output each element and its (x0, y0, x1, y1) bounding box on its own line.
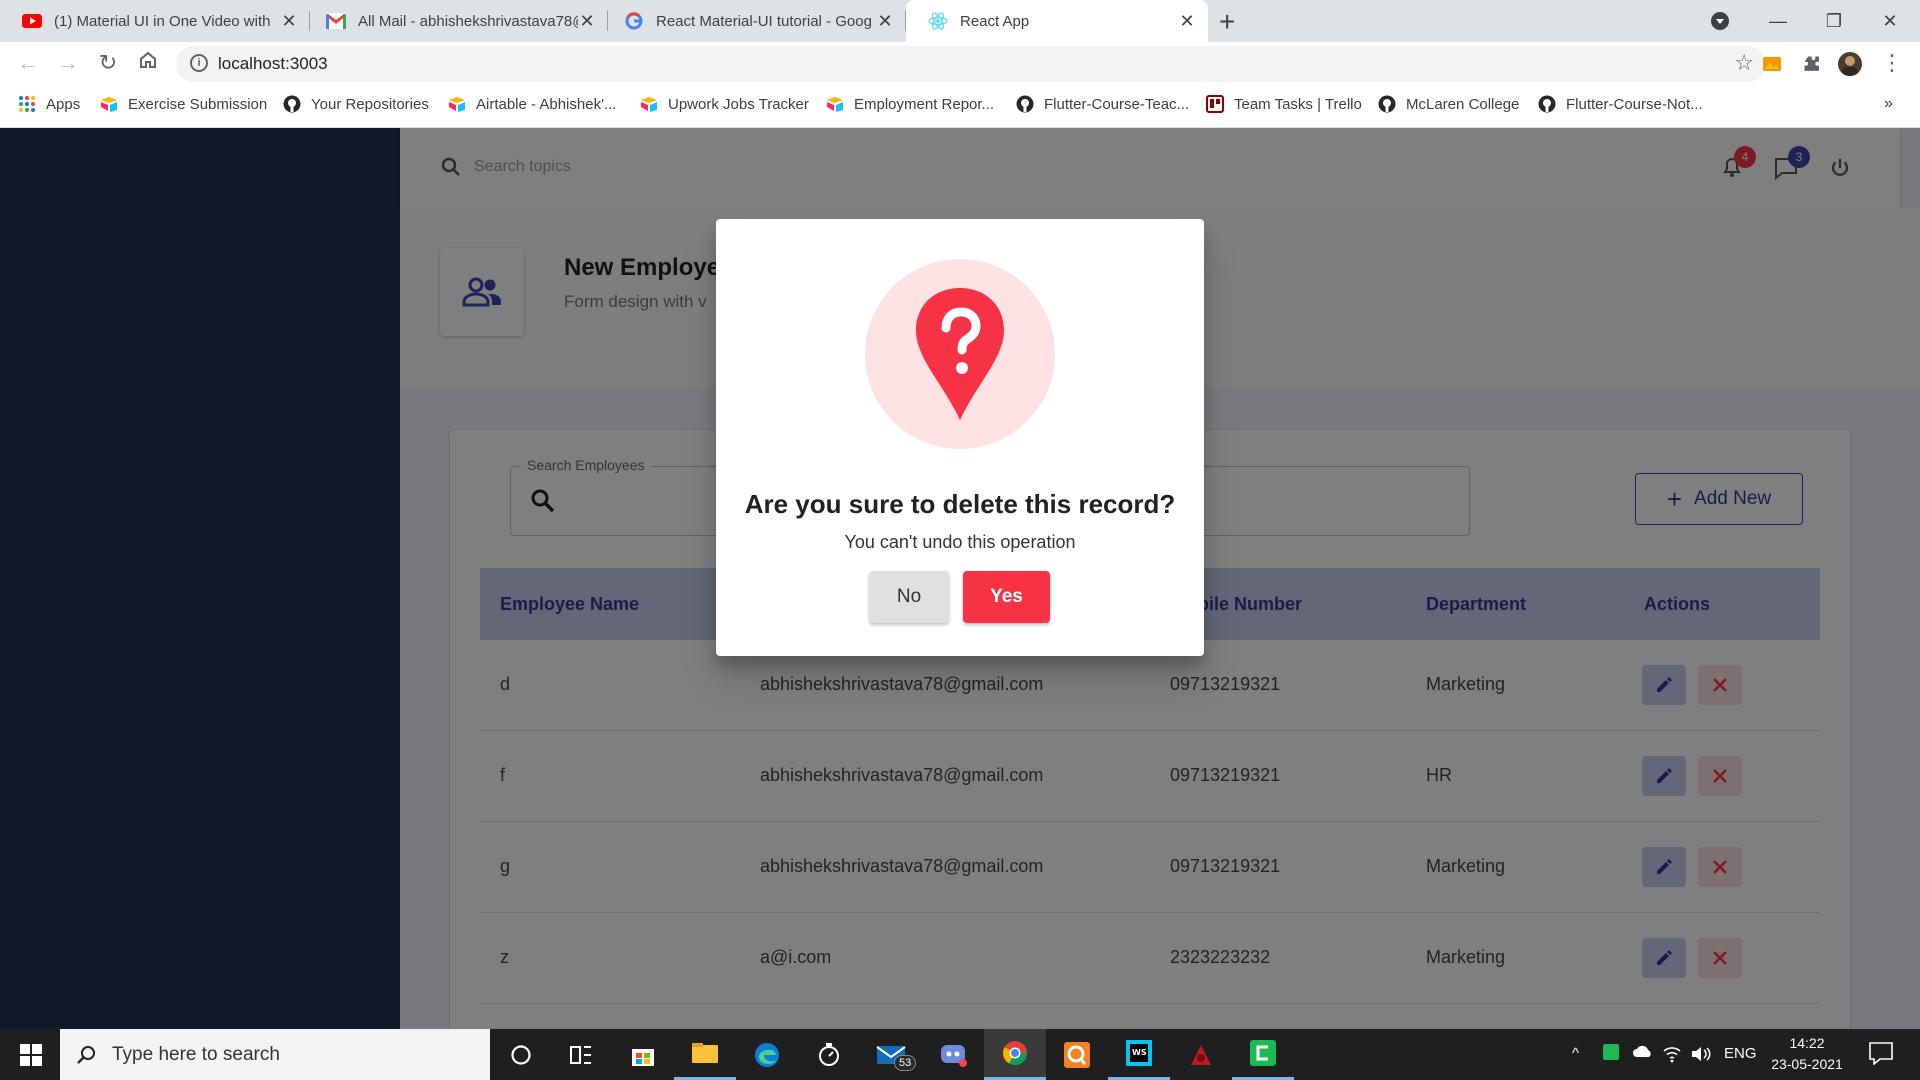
close-tab-icon[interactable]: ✕ (876, 11, 894, 32)
github-icon (283, 95, 301, 113)
extensions-icon[interactable] (1800, 52, 1824, 76)
bookmark-item[interactable]: Your Repositories (283, 95, 429, 113)
store-icon[interactable] (612, 1029, 674, 1080)
minimize-icon[interactable]: — (1750, 0, 1806, 42)
browser-tab[interactable]: All Mail - abhishekshrivastava78@ ✕ (304, 0, 608, 42)
back-icon[interactable]: ← (14, 50, 42, 76)
taskbar-search-box[interactable]: Type here to search (60, 1029, 490, 1080)
onedrive-icon[interactable] (1632, 1043, 1654, 1063)
chrome-icon[interactable] (984, 1029, 1046, 1080)
browser-tab-strip: (1) Material UI in One Video with ✕ All … (0, 0, 1920, 42)
bookmark-item[interactable]: Upwork Jobs Tracker (640, 95, 809, 113)
react-app: Search topics 4 3 New Employe Form desig… (0, 128, 1920, 1029)
window-close-icon[interactable]: ✕ (1862, 0, 1918, 42)
discord-icon[interactable] (922, 1029, 984, 1080)
close-tab-icon[interactable]: ✕ (280, 11, 298, 32)
google-icon (624, 11, 644, 31)
browser-tab-active[interactable]: React App ✕ (906, 0, 1208, 42)
windows-logo-icon (20, 1043, 42, 1066)
tray-overflow-icon[interactable]: ^ (1572, 1045, 1579, 1062)
airtable-icon (100, 95, 118, 113)
timer-icon[interactable] (798, 1029, 860, 1080)
bookmark-item[interactable]: Exercise Submission (100, 95, 267, 113)
info-icon[interactable]: i (190, 54, 208, 72)
qbittorrent-icon[interactable] (1046, 1029, 1108, 1080)
tab-search-icon[interactable] (1692, 0, 1748, 42)
github-icon (1016, 95, 1034, 113)
mail-icon[interactable]: 53 (860, 1029, 922, 1080)
confirm-dialog: Are you sure to delete this record? You … (716, 219, 1204, 656)
airtable-icon (826, 95, 844, 113)
dialog-subtitle: You can't undo this operation (844, 532, 1076, 552)
bookmark-star-icon[interactable]: ☆ (1734, 50, 1754, 76)
close-tab-icon[interactable]: ✕ (1178, 11, 1196, 32)
bookmark-item[interactable]: Airtable - Abhishek'... (448, 95, 616, 113)
address-bar[interactable]: i localhost:3003 ☆ (176, 46, 1766, 82)
bookmark-item[interactable]: Flutter-Course-Teac... (1016, 95, 1189, 113)
gmail-icon (326, 11, 346, 31)
react-icon (928, 11, 948, 31)
game-app-icon[interactable] (1170, 1029, 1232, 1080)
restore-icon[interactable]: ❐ (1806, 0, 1862, 42)
search-icon (77, 1045, 95, 1064)
extension-image-icon[interactable] (1760, 52, 1784, 76)
start-button[interactable] (0, 1029, 62, 1080)
action-center-icon[interactable] (1868, 1041, 1894, 1069)
close-tab-icon[interactable]: ✕ (578, 11, 596, 32)
webstorm-icon[interactable]: WS (1108, 1029, 1170, 1080)
bookmark-item[interactable]: Flutter-Course-Not... (1538, 95, 1703, 113)
bookmarks-overflow-icon[interactable]: » (1884, 95, 1893, 113)
taskbar-clock[interactable]: 14:22 23-05-2021 (1762, 1033, 1852, 1075)
camtasia-icon[interactable] (1232, 1029, 1294, 1080)
question-pin-icon (916, 288, 1004, 420)
volume-icon[interactable] (1690, 1045, 1712, 1067)
edge-icon[interactable] (736, 1029, 798, 1080)
mail-badge: 53 (894, 1055, 917, 1071)
yes-button[interactable]: Yes (963, 571, 1050, 623)
reload-icon[interactable]: ↻ (94, 50, 122, 76)
windows-taskbar: Type here to search 53 WS ^ ENG 14:22 23… (0, 1029, 1920, 1080)
apps-grid-icon (18, 95, 36, 113)
home-icon[interactable] (134, 50, 162, 76)
github-icon (1378, 95, 1396, 113)
language-indicator[interactable]: ENG (1724, 1045, 1757, 1062)
menu-kebab-icon[interactable]: ⋮ (1880, 52, 1904, 76)
bookmark-apps[interactable]: Apps (18, 95, 80, 113)
trello-icon (1206, 95, 1224, 113)
profile-avatar[interactable] (1838, 52, 1862, 76)
forward-icon[interactable]: → (54, 50, 82, 76)
no-button[interactable]: No (869, 571, 949, 623)
bookmark-item[interactable]: McLaren College (1378, 95, 1519, 113)
airtable-icon (640, 95, 658, 113)
bookmark-item[interactable]: Team Tasks | Trello (1206, 95, 1362, 113)
bookmark-item[interactable]: Employment Repor... (826, 95, 994, 113)
file-explorer-icon[interactable] (674, 1029, 736, 1080)
github-icon (1538, 95, 1556, 113)
cortana-icon[interactable] (490, 1029, 552, 1080)
airtable-icon (448, 95, 466, 113)
youtube-icon (22, 11, 42, 31)
wifi-icon[interactable] (1662, 1045, 1682, 1067)
browser-tab[interactable]: (1) Material UI in One Video with ✕ (0, 0, 310, 42)
dialog-title: Are you sure to delete this record? (744, 489, 1176, 519)
new-tab-button[interactable]: + (1219, 6, 1235, 38)
dialog-icon-circle (865, 259, 1055, 449)
svg-text:WS: WS (1132, 1048, 1147, 1057)
task-view-icon[interactable] (550, 1029, 612, 1080)
browser-tab[interactable]: React Material-UI tutorial - Goog ✕ (602, 0, 906, 42)
camtasia-tray-icon[interactable] (1602, 1043, 1620, 1065)
